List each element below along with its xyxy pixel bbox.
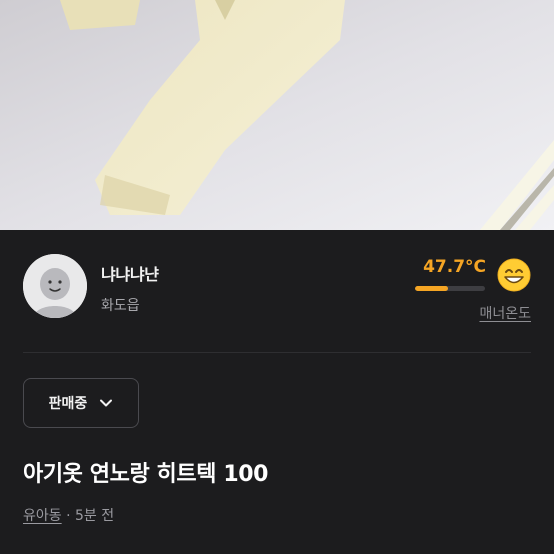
product-photo[interactable] <box>0 0 554 230</box>
manner-temperature-bar <box>415 286 485 291</box>
manner-temperature-value: 47.7°C <box>423 257 486 277</box>
default-profile-icon <box>23 254 87 318</box>
product-title: 아기옷 연노랑 히트텍 100 <box>23 462 269 487</box>
divider <box>23 352 531 353</box>
meta-separator: · <box>66 508 71 524</box>
product-meta: 유아동 · 5분 전 <box>23 505 114 525</box>
posted-time: 5분 전 <box>75 508 115 524</box>
product-category-link[interactable]: 유아동 <box>23 508 62 524</box>
sale-status-label: 판매중 <box>48 396 88 412</box>
manner-temperature-fill <box>415 286 449 291</box>
avatar[interactable] <box>23 254 87 318</box>
seller-location: 화도읍 <box>101 298 140 314</box>
product-image <box>0 0 554 230</box>
seller-section: 냐냐냐냔 화도읍 47.7°C 매너온도 <box>0 230 554 354</box>
manner-temperature-link[interactable]: 매너온도 <box>400 303 531 323</box>
smiling-face-icon <box>497 258 531 292</box>
seller-name[interactable]: 냐냐냐냔 <box>101 261 159 285</box>
sale-status-dropdown[interactable]: 판매중 <box>23 378 139 428</box>
chevron-down-icon <box>100 399 113 407</box>
